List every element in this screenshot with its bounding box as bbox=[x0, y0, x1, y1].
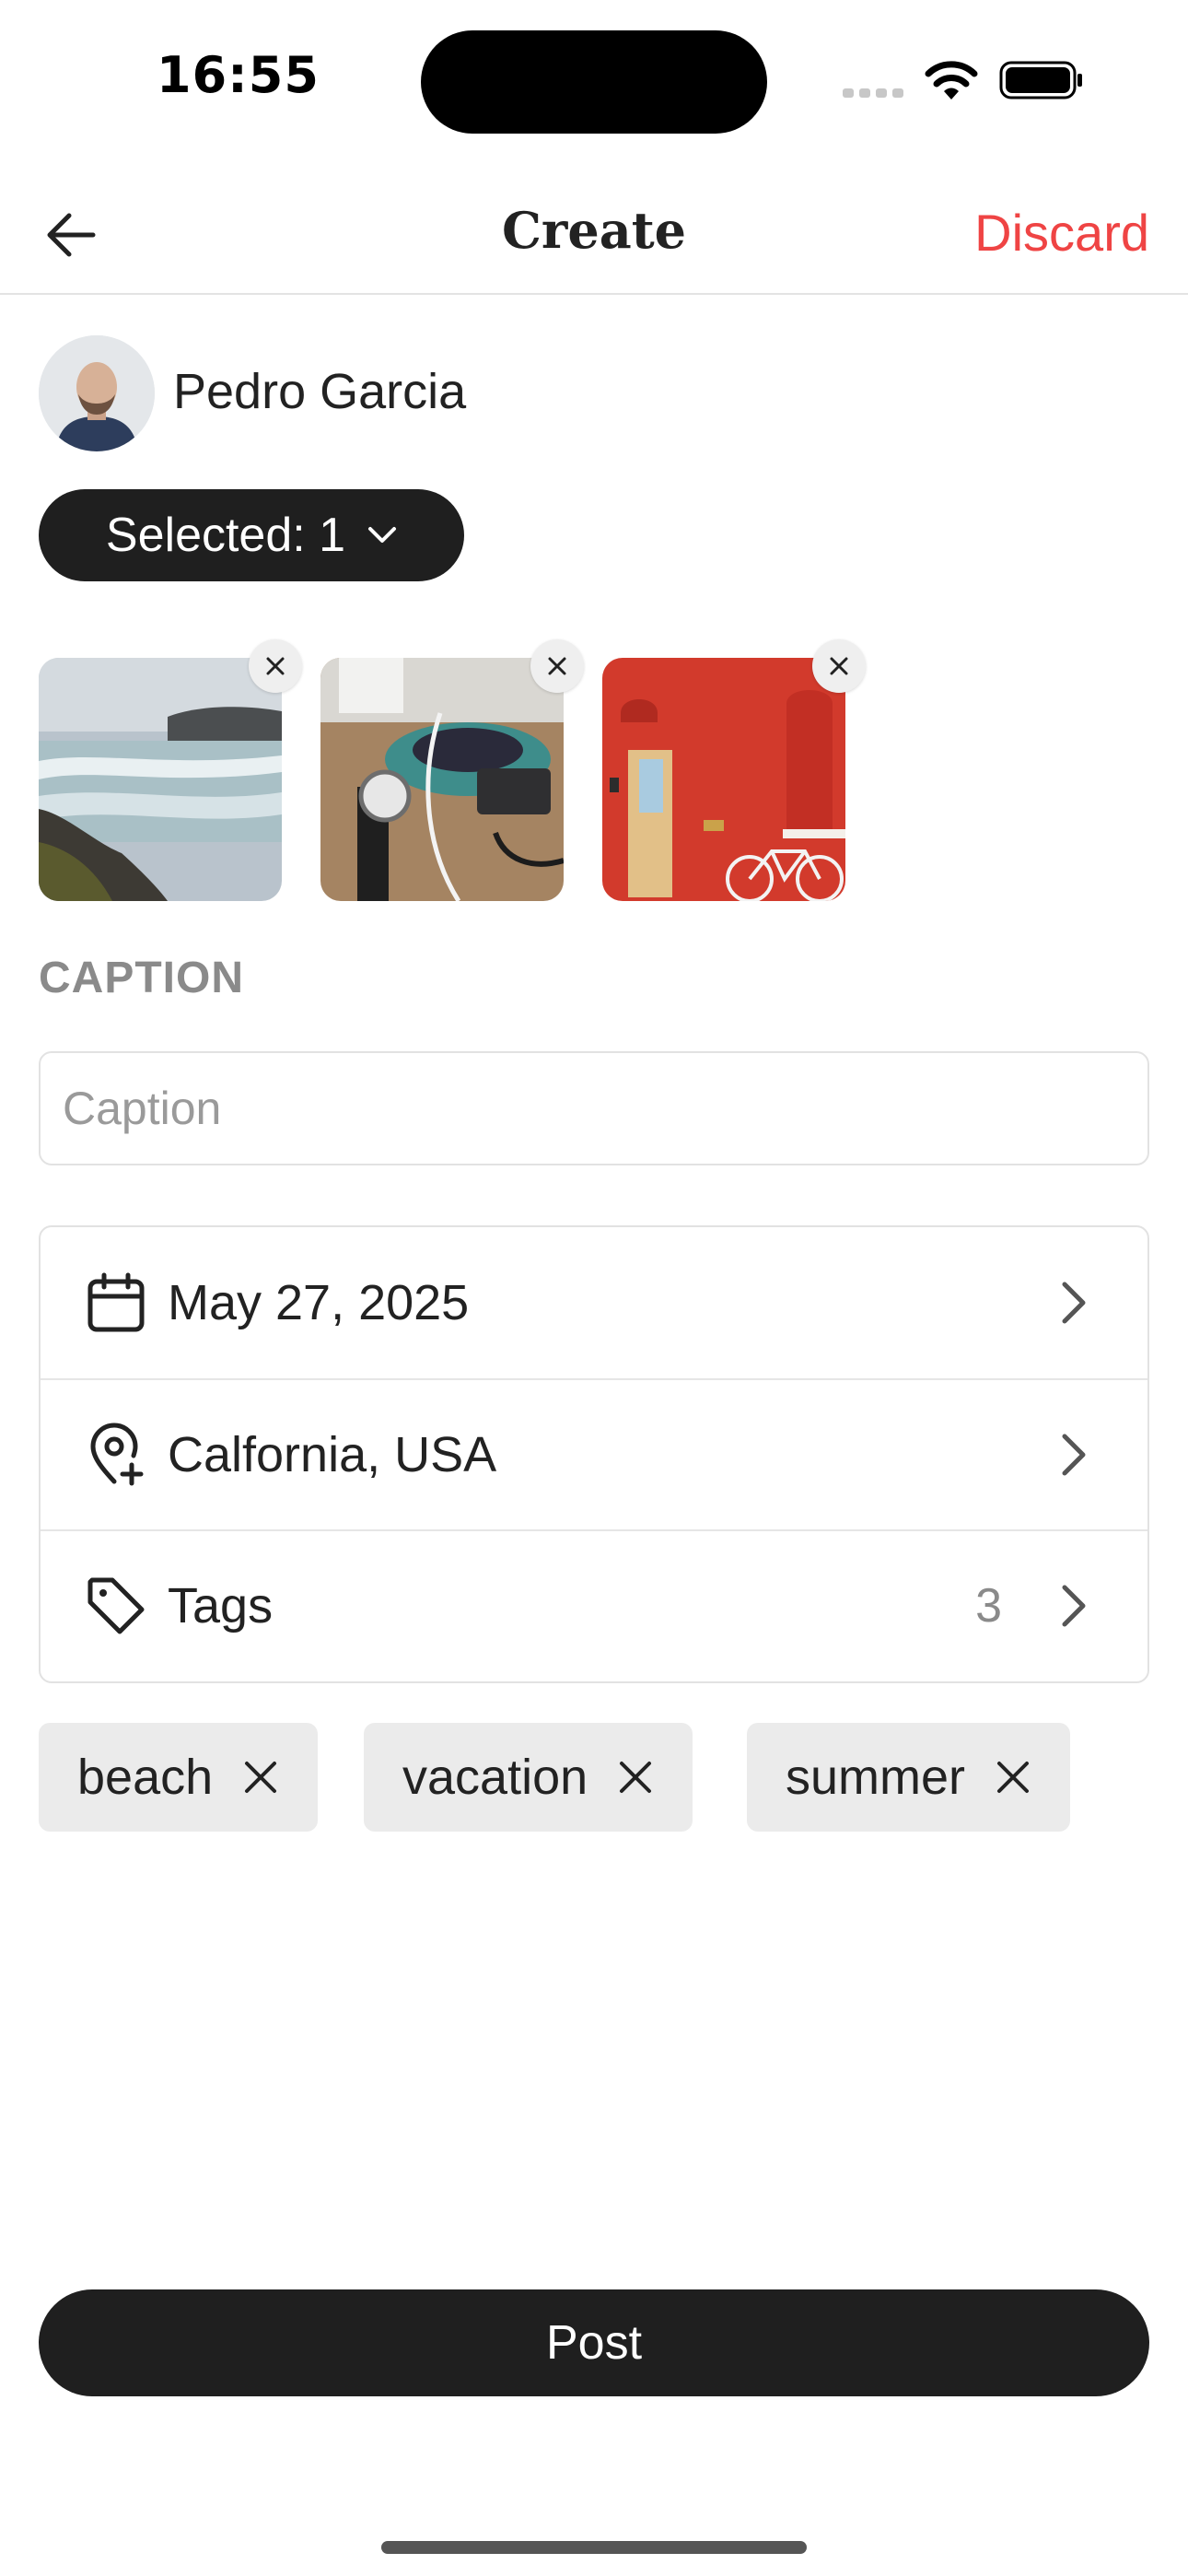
remove-media-button[interactable] bbox=[530, 639, 584, 693]
home-indicator bbox=[381, 2541, 807, 2554]
post-options-card: May 27, 2025 Calfornia, USA Tags 3 bbox=[39, 1225, 1149, 1683]
author-name: Pedro Garcia bbox=[173, 364, 467, 419]
location-row[interactable]: Calfornia, USA bbox=[41, 1378, 1147, 1529]
chevron-down-icon bbox=[368, 527, 397, 543]
selection-dropdown[interactable]: Selected: 1 bbox=[39, 489, 464, 581]
wifi-icon bbox=[925, 61, 978, 100]
chevron-right-icon bbox=[1062, 1282, 1086, 1324]
discard-button[interactable]: Discard bbox=[974, 203, 1149, 263]
tag-chip-label: vacation bbox=[402, 1750, 588, 1805]
chevron-right-icon bbox=[1062, 1585, 1086, 1627]
desk-watch-photo bbox=[320, 658, 564, 901]
tags-row[interactable]: Tags 3 bbox=[41, 1529, 1147, 1680]
post-button[interactable]: Post bbox=[39, 2289, 1149, 2396]
dynamic-island bbox=[421, 30, 767, 134]
battery-icon bbox=[999, 61, 1082, 100]
close-icon bbox=[266, 657, 285, 675]
tags-count: 3 bbox=[975, 1579, 1002, 1633]
calendar-icon bbox=[83, 1270, 149, 1336]
tag-icon bbox=[83, 1573, 149, 1639]
media-thumbnail[interactable] bbox=[602, 658, 845, 901]
remove-tag-icon[interactable] bbox=[995, 1759, 1031, 1796]
location-pin-icon bbox=[83, 1422, 149, 1488]
navigation-bar: Create Discard bbox=[0, 175, 1188, 295]
tag-chip-label: beach bbox=[77, 1750, 214, 1805]
date-row[interactable]: May 27, 2025 bbox=[41, 1227, 1147, 1378]
selection-label: Selected: 1 bbox=[105, 509, 346, 562]
status-time: 16:55 bbox=[157, 46, 320, 104]
media-thumbnail[interactable] bbox=[39, 658, 282, 901]
location-value: Calfornia, USA bbox=[168, 1427, 497, 1482]
tag-chip: beach bbox=[39, 1723, 319, 1832]
caption-input[interactable] bbox=[39, 1051, 1149, 1165]
cellular-signal-icon bbox=[843, 88, 905, 98]
caption-section-label: CAPTION bbox=[39, 954, 244, 1002]
remove-media-button[interactable] bbox=[249, 639, 302, 693]
chevron-right-icon bbox=[1062, 1434, 1086, 1476]
avatar bbox=[39, 335, 155, 451]
tag-chip: vacation bbox=[364, 1723, 693, 1832]
remove-tag-icon[interactable] bbox=[242, 1759, 279, 1796]
tags-label: Tags bbox=[168, 1578, 274, 1633]
close-icon bbox=[830, 657, 848, 675]
remove-tag-icon[interactable] bbox=[617, 1759, 654, 1796]
red-wall-bicycle-photo bbox=[602, 658, 845, 901]
tag-chip: summer bbox=[747, 1723, 1071, 1832]
remove-media-button[interactable] bbox=[812, 639, 866, 693]
media-thumbnail[interactable] bbox=[320, 658, 564, 901]
tag-chip-label: summer bbox=[786, 1750, 966, 1805]
waterfall-photo bbox=[39, 658, 282, 901]
date-value: May 27, 2025 bbox=[168, 1275, 470, 1330]
close-icon bbox=[548, 657, 566, 675]
